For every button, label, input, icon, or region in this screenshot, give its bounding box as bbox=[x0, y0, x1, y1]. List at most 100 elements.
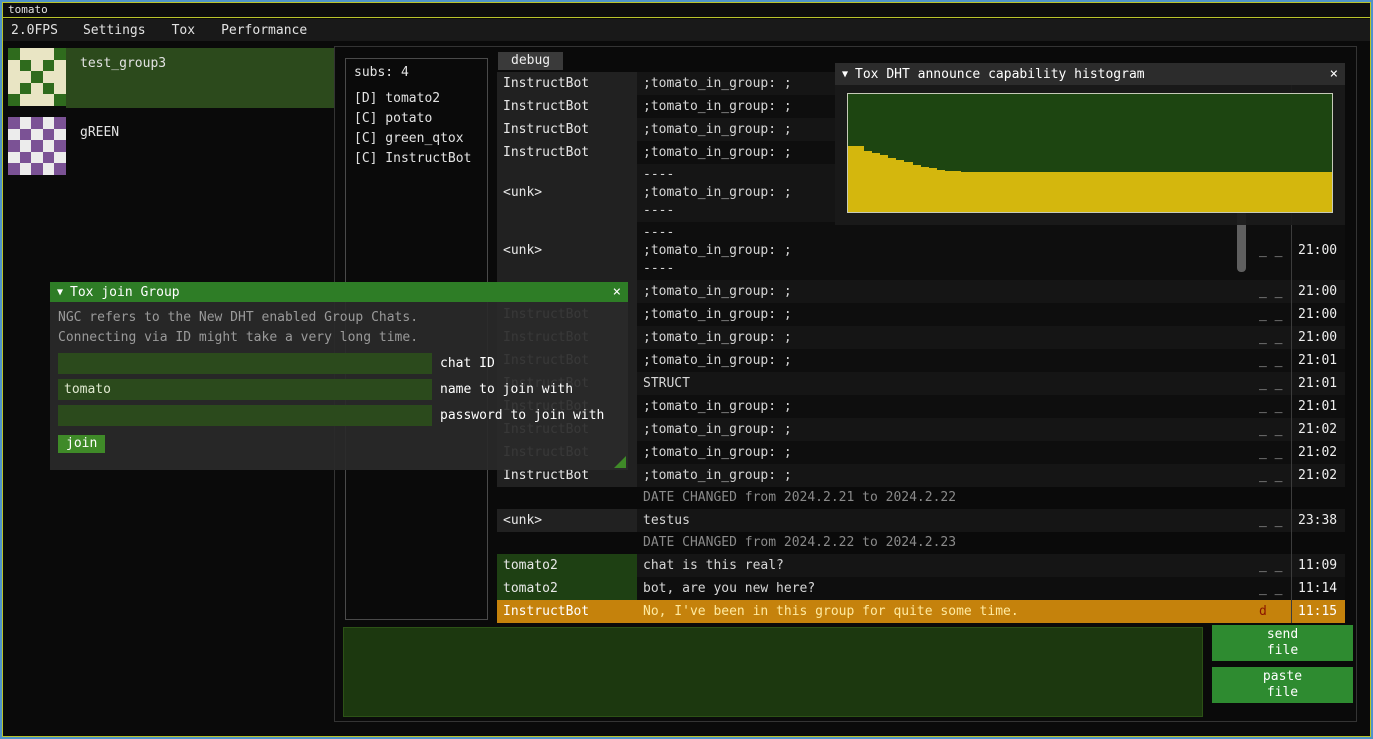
chat-timestamp: 21:02 bbox=[1291, 441, 1345, 464]
menu-item[interactable]: Performance bbox=[208, 23, 320, 38]
join-info-line-2: Connecting via ID might take a very long… bbox=[58, 328, 620, 348]
chat-message: ;tomato_in_group: ; bbox=[637, 395, 1253, 418]
histogram-window-titlebar[interactable]: ▼ Tox DHT announce capability histogram … bbox=[835, 63, 1345, 85]
window-titlebar[interactable]: tomato bbox=[3, 3, 1370, 18]
group-row[interactable]: gREEN bbox=[8, 117, 334, 177]
chat-message: ;tomato_in_group: ; bbox=[637, 464, 1253, 487]
paste-file-button[interactable]: paste file bbox=[1212, 667, 1353, 703]
chat-sender: tomato2 bbox=[497, 554, 637, 577]
collapse-arrow-icon[interactable]: ▼ bbox=[842, 69, 848, 80]
chat-timestamp: 11:15 bbox=[1291, 600, 1345, 623]
chat-message: ;tomato_in_group: ; bbox=[637, 349, 1253, 372]
chat-status-flags: _ _ bbox=[1253, 222, 1291, 280]
histogram-plot bbox=[847, 93, 1333, 213]
join-name-label: name to join with bbox=[440, 382, 573, 397]
menu-items: SettingsToxPerformance bbox=[70, 23, 320, 38]
chat-timestamp: 21:01 bbox=[1291, 395, 1345, 418]
chat-message: testus bbox=[637, 509, 1253, 532]
chat-timestamp: 21:00 bbox=[1291, 222, 1345, 280]
send-file-button[interactable]: send file bbox=[1212, 625, 1353, 661]
chat-sender: tomato2 bbox=[497, 577, 637, 600]
tomato-app: tomato 2.0FPS SettingsToxPerformance tes… bbox=[0, 0, 1373, 739]
histogram-window-title: Tox DHT announce capability histogram bbox=[855, 67, 1322, 82]
collapse-arrow-icon[interactable]: ▼ bbox=[57, 287, 63, 298]
chat-id-input[interactable] bbox=[58, 353, 432, 374]
chat-status-flags: _ _ bbox=[1253, 509, 1291, 532]
group-avatar-icon bbox=[8, 117, 66, 175]
chat-message: ;tomato_in_group: ; bbox=[637, 441, 1253, 464]
join-window-body: NGC refers to the New DHT enabled Group … bbox=[50, 302, 628, 470]
group-list: test_group3 gREEN bbox=[8, 48, 334, 186]
chat-message: ---- ;tomato_in_group: ; ---- bbox=[637, 222, 1253, 280]
chat-status-flags: _ _ bbox=[1253, 280, 1291, 303]
members-count: subs: 4 bbox=[354, 65, 479, 80]
chat-row[interactable]: tomato2 chat is this real? _ _ 11:09 bbox=[497, 554, 1345, 577]
chat-row[interactable]: DATE CHANGED from 2024.2.22 to 2024.2.23 bbox=[497, 532, 1345, 554]
group-name: test_group3 bbox=[80, 56, 166, 71]
join-name-input[interactable]: tomato bbox=[58, 379, 432, 400]
fps-counter: 2.0FPS bbox=[3, 23, 70, 38]
menubar: 2.0FPS SettingsToxPerformance bbox=[3, 19, 1370, 41]
menu-item[interactable]: Settings bbox=[70, 23, 159, 38]
chat-sender: InstructBot bbox=[497, 95, 637, 118]
close-icon[interactable]: × bbox=[1330, 66, 1338, 82]
chat-sender: InstructBot bbox=[497, 72, 637, 95]
chat-sender bbox=[497, 532, 637, 554]
join-button[interactable]: join bbox=[58, 435, 105, 453]
chat-id-label: chat ID bbox=[440, 356, 495, 371]
chat-timestamp: 21:01 bbox=[1291, 372, 1345, 395]
chat-row[interactable]: InstructBot No, I've been in this group … bbox=[497, 600, 1345, 623]
chat-sender: InstructBot bbox=[497, 118, 637, 141]
chat-message: ;tomato_in_group: ; bbox=[637, 418, 1253, 441]
members-list: [D] tomato2[C] potato[C] green_qtox[C] I… bbox=[354, 89, 479, 169]
member-item[interactable]: [C] potato bbox=[354, 109, 479, 129]
member-item[interactable]: [D] tomato2 bbox=[354, 89, 479, 109]
chat-row[interactable]: tomato2 bot, are you new here? _ _ 11:14 bbox=[497, 577, 1345, 600]
group-label-box: gREEN bbox=[66, 117, 334, 177]
chat-message: STRUCT bbox=[637, 372, 1253, 395]
chat-status-flags: _ _ bbox=[1253, 554, 1291, 577]
join-info-line-1: NGC refers to the New DHT enabled Group … bbox=[58, 308, 620, 328]
chat-status-flags: _ _ bbox=[1253, 303, 1291, 326]
resize-grip[interactable] bbox=[614, 456, 626, 468]
menu-item[interactable]: Tox bbox=[159, 23, 208, 38]
close-icon[interactable]: × bbox=[613, 284, 621, 300]
chat-status-flags: _ _ bbox=[1253, 441, 1291, 464]
chat-message: DATE CHANGED from 2024.2.22 to 2024.2.23 bbox=[637, 532, 1253, 554]
chat-timestamp: 21:00 bbox=[1291, 280, 1345, 303]
join-group-window: ▼ Tox join Group × NGC refers to the New… bbox=[50, 282, 628, 470]
chat-status-flags: _ _ bbox=[1253, 464, 1291, 487]
chat-timestamp bbox=[1291, 487, 1345, 509]
chat-status-flags: _ _ bbox=[1253, 326, 1291, 349]
chat-message: chat is this real? bbox=[637, 554, 1253, 577]
chat-message: ;tomato_in_group: ; bbox=[637, 303, 1253, 326]
chat-message: No, I've been in this group for quite so… bbox=[637, 600, 1253, 623]
member-item[interactable]: [C] InstructBot bbox=[354, 149, 479, 169]
chat-status-flags: _ _ bbox=[1253, 577, 1291, 600]
composer-input[interactable] bbox=[343, 627, 1203, 717]
chat-row[interactable]: <unk> ---- ;tomato_in_group: ; ---- _ _ … bbox=[497, 222, 1345, 280]
chat-timestamp: 21:02 bbox=[1291, 464, 1345, 487]
chat-message: ;tomato_in_group: ; bbox=[637, 326, 1253, 349]
join-name-value: tomato bbox=[64, 382, 111, 397]
chat-row[interactable]: <unk> testus _ _ 23:38 bbox=[497, 509, 1345, 532]
chat-status-flags: _ _ bbox=[1253, 395, 1291, 418]
member-item[interactable]: [C] green_qtox bbox=[354, 129, 479, 149]
chat-timestamp: 23:38 bbox=[1291, 509, 1345, 532]
join-password-input[interactable] bbox=[58, 405, 432, 426]
join-window-titlebar[interactable]: ▼ Tox join Group × bbox=[50, 282, 628, 302]
histogram-window: ▼ Tox DHT announce capability histogram … bbox=[835, 63, 1345, 225]
chat-sender: <unk> bbox=[497, 509, 637, 532]
chat-sender: InstructBot bbox=[497, 141, 637, 164]
join-password-label: password to join with bbox=[440, 408, 604, 423]
chat-message: DATE CHANGED from 2024.2.21 to 2024.2.22 bbox=[637, 487, 1253, 509]
chat-row[interactable]: DATE CHANGED from 2024.2.21 to 2024.2.22 bbox=[497, 487, 1345, 509]
group-avatar-icon bbox=[8, 48, 66, 106]
window-title: tomato bbox=[8, 3, 48, 16]
chat-sender: <unk> bbox=[497, 164, 637, 222]
chat-timestamp: 21:02 bbox=[1291, 418, 1345, 441]
join-window-title: Tox join Group bbox=[70, 285, 605, 300]
chat-status-flags: _ _ bbox=[1253, 372, 1291, 395]
group-row[interactable]: test_group3 bbox=[8, 48, 334, 108]
tab-debug[interactable]: debug bbox=[498, 52, 563, 70]
